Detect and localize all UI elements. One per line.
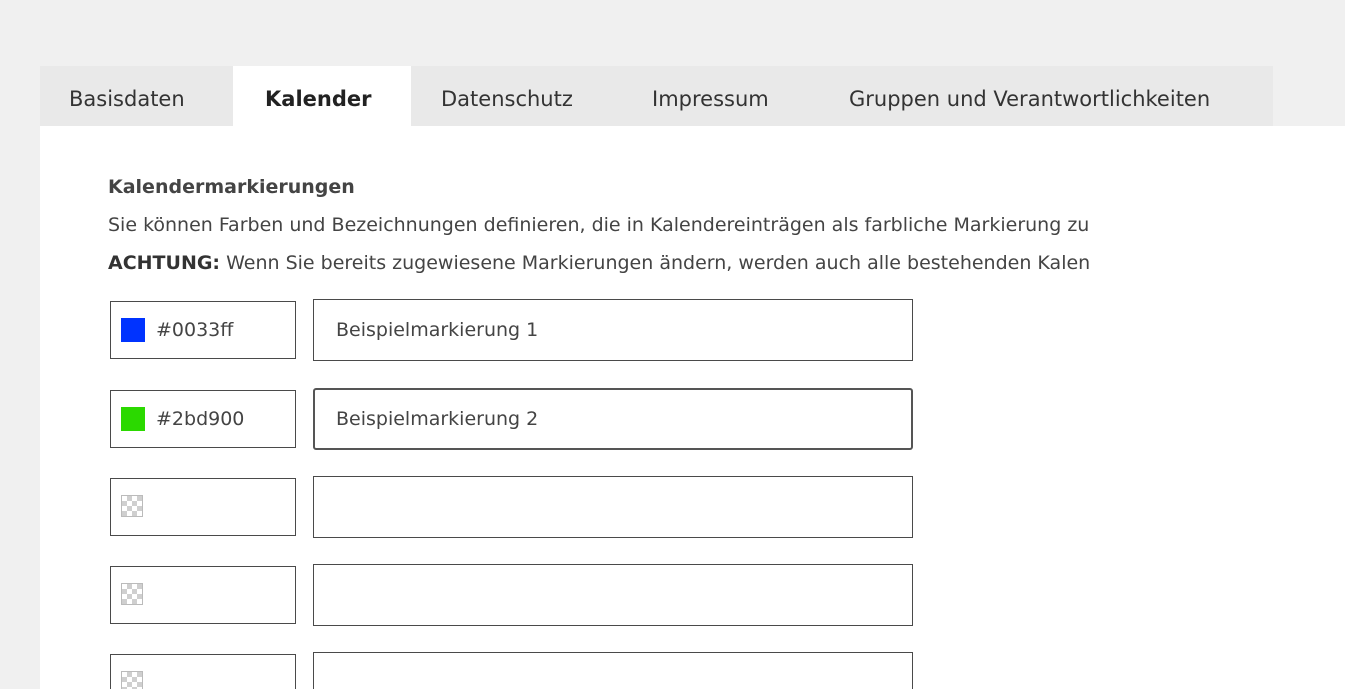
marker-name-input[interactable] [313, 299, 913, 361]
color-hex-value: #0033ff [156, 319, 234, 341]
color-hex-value: #2bd900 [156, 408, 245, 430]
color-picker-button[interactable] [110, 654, 296, 689]
tab-impressum[interactable]: Impressum [622, 66, 820, 126]
marker-name-input[interactable] [313, 564, 913, 626]
color-swatch [121, 407, 145, 431]
color-swatch [121, 318, 145, 342]
transparent-swatch-icon [121, 583, 143, 605]
marker-name-input[interactable] [313, 476, 913, 538]
warning-label: ACHTUNG: [108, 252, 221, 274]
tab-basisdaten[interactable]: Basisdaten [40, 66, 233, 126]
warning-notice: ACHTUNG: Wenn Sie bereits zugewiesene Ma… [108, 252, 1090, 274]
section-description: Sie können Farben und Bezeichnungen defi… [108, 214, 1090, 236]
marker-name-input[interactable] [313, 388, 913, 450]
marker-name-input[interactable] [313, 652, 913, 689]
transparent-swatch-icon [121, 495, 143, 517]
tab-datenschutz[interactable]: Datenschutz [411, 66, 622, 126]
warning-text: Wenn Sie bereits zugewiesene Markierunge… [220, 252, 1091, 274]
color-picker-button[interactable]: #0033ff [110, 301, 296, 359]
tab-kalender[interactable]: Kalender [233, 66, 411, 126]
transparent-swatch-icon [121, 671, 143, 689]
color-picker-button[interactable] [110, 566, 296, 624]
section-heading: Kalendermarkierungen [108, 176, 355, 198]
tab-gruppen-und-verantwortlichkeiten[interactable]: Gruppen und Verantwortlichkeiten [820, 66, 1273, 126]
color-picker-button[interactable] [110, 478, 296, 536]
tab-bar: Basisdaten Kalender Datenschutz Impressu… [40, 66, 1273, 126]
tab-content-panel: Kalendermarkierungen Sie können Farben u… [40, 126, 1345, 689]
color-picker-button[interactable]: #2bd900 [110, 390, 296, 448]
